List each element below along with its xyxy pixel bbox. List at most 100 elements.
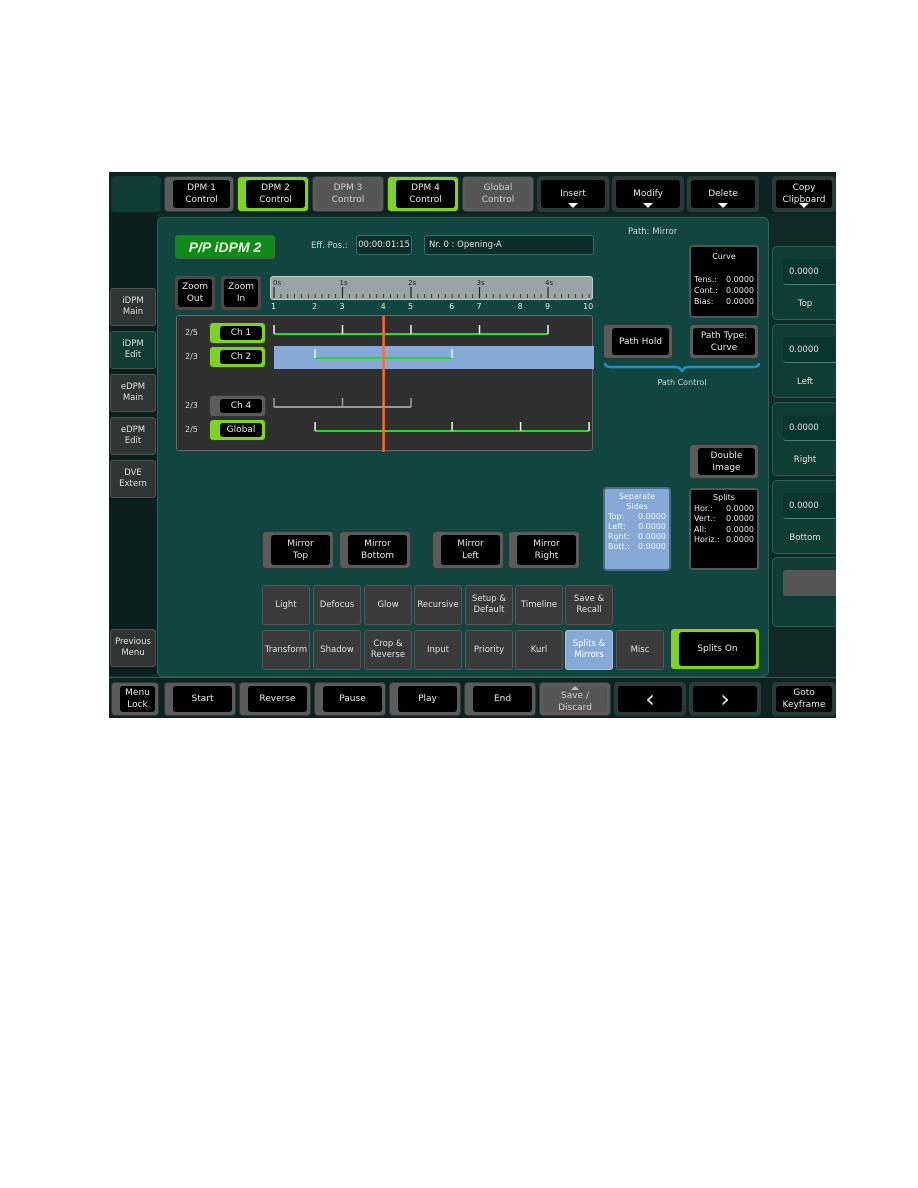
- splits-info-box[interactable]: Splits Hor.: 0.0000 Vert.: 0.0000 All: 0.00…: [689, 488, 759, 570]
- sidebar-item-edpm-main[interactable]: eDPM Main: [110, 374, 156, 412]
- dropdown-arrow-icon: [568, 203, 578, 208]
- mirror-right-button[interactable]: Mirror Right: [508, 531, 580, 569]
- menu-splits-mirrors[interactable]: Splits & Mirrors: [565, 630, 613, 670]
- double-image-button[interactable]: Double Image: [689, 444, 759, 479]
- separate-sides-row: Bott.: 0.0000: [608, 542, 666, 551]
- left-label: Left: [797, 377, 813, 387]
- keyframe-number[interactable]: 8: [518, 302, 523, 311]
- menu-crop-reverse[interactable]: Crop & Reverse: [364, 630, 412, 670]
- ruler-second-label: 2s: [408, 279, 416, 287]
- right-slot-empty: [772, 557, 836, 627]
- right-value[interactable]: 0.0000: [783, 415, 836, 441]
- main-panel: P/P iDPM 2 Eff. Pos.: 00:00:01:15 Nr. 0 …: [157, 217, 769, 677]
- ruler-ticks: 0s 1s 2s 3s 4s: [273, 279, 590, 298]
- keyframe-number[interactable]: 10: [583, 302, 593, 311]
- zoom-out-button[interactable]: Zoom Out: [174, 275, 216, 311]
- keyframe-number[interactable]: 3: [340, 302, 345, 311]
- menu-kurl[interactable]: Kurl: [515, 630, 563, 670]
- modify-menu-button[interactable]: Modify: [612, 176, 684, 212]
- menu-setup-default[interactable]: Setup & Default: [465, 585, 513, 625]
- save-discard-button[interactable]: Save / Discard: [539, 682, 611, 716]
- splits-row: Horiz.: 0.0000: [694, 535, 754, 544]
- time-ruler[interactable]: 0s 1s 2s 3s 4s: [270, 276, 593, 300]
- ruler-second-label: 4s: [545, 279, 553, 287]
- goto-keyframe-button[interactable]: Goto Keyframe: [772, 682, 836, 716]
- tab-dpm4-control[interactable]: DPM 4 Control: [387, 176, 459, 212]
- timeline-area[interactable]: 2/5 Ch 1 2/3 Ch 2 2/3 Ch 4 2/5 Global: [176, 315, 594, 452]
- menu-misc[interactable]: Misc: [616, 630, 664, 670]
- mirror-left-button[interactable]: Mirror Left: [432, 531, 504, 569]
- tab-dpm1-control[interactable]: DPM 1 Control: [164, 176, 234, 212]
- ruler-second-label: 0s: [273, 279, 281, 287]
- curve-row: Tens.: 0.0000: [694, 275, 754, 284]
- ruler-second-label: 1s: [340, 279, 348, 287]
- splits-title: Splits: [713, 493, 735, 502]
- sidebar-item-edpm-edit[interactable]: eDPM Edit: [110, 417, 156, 455]
- path-control-label: Path Control: [657, 378, 707, 387]
- bottom-value[interactable]: 0.0000: [783, 493, 836, 519]
- top-label: Top: [797, 299, 813, 309]
- keyframe-number[interactable]: 9: [545, 302, 550, 311]
- separate-sides-button[interactable]: Separate Sides Top: 0.0000 Left: 0.0000 Rg…: [603, 487, 671, 571]
- top-left-blank: [111, 176, 161, 212]
- separate-sides-title: Separate Sides: [618, 492, 656, 511]
- menu-timeline[interactable]: Timeline: [515, 585, 563, 625]
- tab-dpm2-control[interactable]: DPM 2 Control: [237, 176, 309, 212]
- previous-keyframe-button[interactable]: ‹: [614, 682, 686, 716]
- menu-priority[interactable]: Priority: [465, 630, 513, 670]
- separate-sides-row: Left: 0.0000: [608, 522, 666, 531]
- path-mirror-label: Path: Mirror: [628, 227, 678, 237]
- right-slot-top[interactable]: 0.0000 Top: [772, 246, 836, 320]
- keyframe-number[interactable]: 2: [312, 302, 317, 311]
- mirror-bottom-button[interactable]: Mirror Bottom: [339, 531, 411, 569]
- path-type-button[interactable]: Path Type: Curve: [689, 324, 759, 359]
- keyframe-number[interactable]: 4: [381, 302, 386, 311]
- menu-lock-button[interactable]: Menu Lock: [111, 682, 159, 716]
- previous-menu-button[interactable]: Previous Menu: [110, 629, 156, 667]
- splits-row: Vert.: 0.0000: [694, 514, 754, 523]
- copy-clipboard-button[interactable]: Copy Clipboard: [772, 176, 836, 212]
- right-slot-right[interactable]: 0.0000 Right: [772, 402, 836, 476]
- sidebar-item-dve-extern[interactable]: DVE Extern: [110, 460, 156, 498]
- path-hold-button[interactable]: Path Hold: [603, 324, 673, 359]
- menu-save-recall[interactable]: Save & Recall: [565, 585, 613, 625]
- reverse-button[interactable]: Reverse: [239, 682, 311, 716]
- chevron-left-icon: ‹: [618, 686, 682, 712]
- tab-dpm3-control[interactable]: DPM 3 Control: [312, 176, 384, 212]
- menu-transform[interactable]: Transform: [262, 630, 310, 670]
- next-keyframe-button[interactable]: ›: [689, 682, 761, 716]
- left-value[interactable]: 0.0000: [783, 337, 836, 363]
- separate-sides-row: Rght: 0.0000: [608, 532, 666, 541]
- menu-defocus[interactable]: Defocus: [313, 585, 361, 625]
- sidebar-item-idpm-main[interactable]: iDPM Main: [110, 288, 156, 326]
- top-value[interactable]: 0.0000: [783, 259, 836, 285]
- keyframe-number[interactable]: 5: [408, 302, 413, 311]
- start-button[interactable]: Start: [164, 682, 236, 716]
- tab-global-control[interactable]: Global Control: [462, 176, 534, 212]
- mirror-top-button[interactable]: Mirror Top: [262, 531, 334, 569]
- menu-input[interactable]: Input: [414, 630, 462, 670]
- menu-glow[interactable]: Glow: [364, 585, 412, 625]
- right-slot-left[interactable]: 0.0000 Left: [772, 324, 836, 398]
- curve-row: Bias: 0.0000: [694, 297, 754, 306]
- play-button[interactable]: Play: [389, 682, 461, 716]
- dropdown-arrow-icon: [643, 203, 653, 208]
- keyframe-number[interactable]: 6: [449, 302, 454, 311]
- menu-light[interactable]: Light: [262, 585, 310, 625]
- keyframe-number[interactable]: 1: [271, 302, 276, 311]
- curve-title: Curve: [712, 252, 736, 261]
- menu-recursive[interactable]: Recursive: [414, 585, 462, 625]
- up-arrow-icon: [571, 686, 579, 690]
- delete-menu-button[interactable]: Delete: [687, 176, 759, 212]
- end-button[interactable]: End: [464, 682, 536, 716]
- pause-button[interactable]: Pause: [314, 682, 386, 716]
- insert-menu-button[interactable]: Insert: [537, 176, 609, 212]
- menu-shadow[interactable]: Shadow: [313, 630, 361, 670]
- zoom-in-button[interactable]: Zoom In: [220, 275, 262, 311]
- page-title: P/P iDPM 2: [175, 235, 275, 259]
- keyframe-number[interactable]: 7: [477, 302, 482, 311]
- timeline-tracks: [273, 316, 594, 452]
- right-slot-bottom[interactable]: 0.0000 Bottom: [772, 480, 836, 554]
- splits-on-button[interactable]: Splits On: [670, 628, 760, 670]
- sidebar-item-idpm-edit[interactable]: iDPM Edit: [110, 331, 156, 369]
